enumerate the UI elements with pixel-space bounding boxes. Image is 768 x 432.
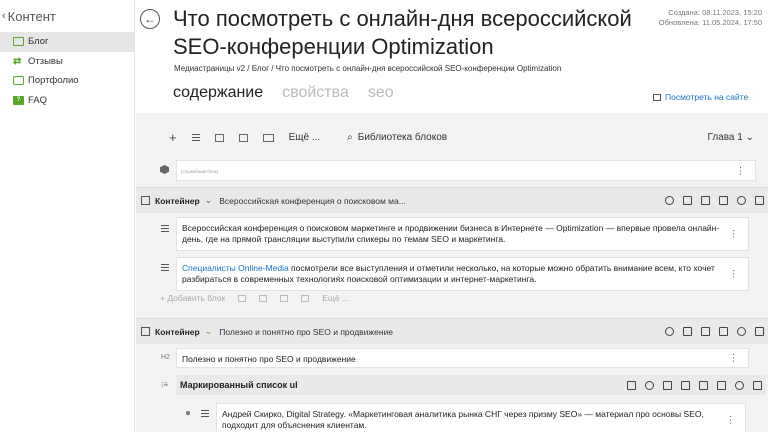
more-vertical-icon[interactable]: ⋮ xyxy=(729,229,738,239)
container-header[interactable]: Контейнер ⌄ Полезно и понятно про SEO и … xyxy=(136,319,768,344)
text-lines-icon xyxy=(201,410,209,417)
trash-icon[interactable] xyxy=(755,327,764,336)
arrow-left-icon: ← xyxy=(144,12,156,26)
gallery-block-button[interactable] xyxy=(262,133,274,142)
container-icon xyxy=(141,327,150,336)
move-icon[interactable] xyxy=(717,380,726,390)
tab-content[interactable]: содержание xyxy=(173,84,263,102)
external-page-icon xyxy=(653,93,661,101)
search-icon: ⌕ xyxy=(347,132,353,143)
text-lines-icon xyxy=(161,264,169,271)
block-library-button[interactable]: ⌕ Библиотека блоков xyxy=(347,132,447,143)
tabs: содержание свойства seo xyxy=(173,84,394,102)
copy-icon[interactable] xyxy=(681,380,690,390)
container-body: Всероссийская конференция о поисковом ма… xyxy=(136,213,768,320)
list-icon: ⁝≡ xyxy=(161,380,169,389)
sidebar-item-reviews[interactable]: ⇄ Отзывы xyxy=(0,52,134,72)
text-lines-icon[interactable] xyxy=(238,294,247,302)
tab-properties[interactable]: свойства xyxy=(282,84,349,102)
copy-icon[interactable] xyxy=(683,327,692,336)
sidebar: ‹ Контент Блог ⇄ Отзывы Портфолио ? FAQ xyxy=(0,0,135,432)
bullet-icon xyxy=(186,411,190,415)
move-icon[interactable] xyxy=(719,327,728,336)
service-block[interactable]: (служебный блок) ⋮ xyxy=(176,160,756,181)
sidebar-title[interactable]: ‹ Контент xyxy=(0,0,134,32)
trash-icon[interactable] xyxy=(753,380,762,390)
text-block[interactable]: Специалисты Online-Media посмотрели все … xyxy=(176,257,749,291)
list-block-header[interactable]: Маркированный список ul xyxy=(176,375,766,395)
settings-icon[interactable] xyxy=(645,380,654,390)
specialists-link[interactable]: Специалисты Online-Media xyxy=(182,263,289,273)
chapter-select[interactable]: Глава 1 ⌄ xyxy=(707,132,754,143)
heading-block[interactable]: Полезно и понятно про SEO и продвижение … xyxy=(176,348,749,368)
move-icon[interactable] xyxy=(719,196,728,205)
expand-icon[interactable] xyxy=(663,380,672,390)
settings-icon[interactable] xyxy=(665,327,674,336)
page-meta: Создана: 08.11.2023, 15:20 Обновлена: 11… xyxy=(659,8,762,28)
reviews-icon: ⇄ xyxy=(13,55,22,67)
add-button[interactable]: + xyxy=(169,130,177,145)
more-vertical-icon[interactable]: ⋮ xyxy=(726,415,735,425)
page-title: Что посмотреть с онлайн-дня всероссийско… xyxy=(173,6,632,59)
trash-icon[interactable] xyxy=(755,196,764,205)
more-vertical-icon[interactable]: ⋮ xyxy=(729,353,738,363)
updated-date: Обновлена: 11.05.2024, 17:50 xyxy=(658,18,762,27)
duplicate-icon[interactable] xyxy=(699,380,708,390)
chevron-left-icon: ‹ xyxy=(2,10,6,22)
settings-icon[interactable] xyxy=(665,196,674,205)
container-body: H2 Полезно и понятно про SEO и продвижен… xyxy=(136,344,768,432)
container-actions xyxy=(665,319,764,344)
container-icon xyxy=(238,133,248,142)
editor-toolbar: + Ещё ... ⌕ Библиотека блоков xyxy=(136,113,768,162)
text-lines-icon xyxy=(161,225,169,232)
heading-h2-icon: H2 xyxy=(161,354,170,361)
text-lines-icon xyxy=(191,134,200,141)
edit-icon[interactable] xyxy=(627,380,636,390)
duplicate-icon[interactable] xyxy=(701,196,710,205)
container-icon xyxy=(141,196,150,205)
blog-icon xyxy=(13,37,24,47)
created-date: Создана: 08.11.2023, 15:20 xyxy=(668,8,762,17)
text-block[interactable]: Всероссийская конференция о поисковом ма… xyxy=(176,217,749,251)
text-block-button[interactable] xyxy=(191,134,200,141)
copy-icon[interactable] xyxy=(683,196,692,205)
image-icon xyxy=(214,133,224,142)
image-block-button[interactable] xyxy=(214,133,224,142)
faq-icon: ? xyxy=(13,95,24,105)
gallery-icon[interactable] xyxy=(301,294,310,302)
sidebar-item-blog[interactable]: Блог xyxy=(0,32,134,52)
container-actions xyxy=(665,188,764,213)
container-icon[interactable] xyxy=(280,294,289,302)
portfolio-icon xyxy=(13,76,24,86)
more-blocks-button[interactable]: Ещё ... xyxy=(289,132,321,143)
view-on-site-link[interactable]: Посмотреть на сайте xyxy=(653,92,748,102)
gallery-icon xyxy=(262,133,274,142)
more-vertical-icon[interactable]: ⋮ xyxy=(736,166,745,175)
container-block-button[interactable] xyxy=(238,133,248,142)
breadcrumb: Медиастраницы v2 / Блог / Что посмотреть… xyxy=(174,64,562,73)
hide-icon[interactable] xyxy=(737,196,746,205)
chevron-down-icon: ⌄ xyxy=(745,132,754,143)
more-blocks-button[interactable]: Ещё ... xyxy=(322,293,349,303)
hide-icon[interactable] xyxy=(737,327,746,336)
cube-icon xyxy=(160,165,169,174)
duplicate-icon[interactable] xyxy=(701,327,710,336)
back-button[interactable]: ← xyxy=(140,9,160,29)
container-header[interactable]: Контейнер ⌄ Всероссийская конференция о … xyxy=(136,188,768,213)
add-block-button[interactable]: + Добавить блок xyxy=(160,293,225,303)
tab-seo[interactable]: seo xyxy=(368,84,394,102)
sidebar-item-faq[interactable]: ? FAQ xyxy=(0,91,134,111)
chevron-down-icon[interactable]: ⌄ xyxy=(205,326,213,337)
editor-panel: + Ещё ... ⌕ Библиотека блоков Глава 1 ⌄ … xyxy=(136,113,768,432)
sidebar-item-portfolio[interactable]: Портфолио xyxy=(0,71,134,91)
list-item[interactable]: Андрей Скирко, Digital Strategy. «Маркет… xyxy=(216,403,746,432)
more-vertical-icon[interactable]: ⋮ xyxy=(729,269,738,279)
hide-icon[interactable] xyxy=(735,380,744,390)
image-icon[interactable] xyxy=(259,294,268,302)
add-block-row: + Добавить блок Ещё ... xyxy=(160,293,349,303)
list-actions xyxy=(627,375,762,395)
container-block: Контейнер ⌄ Полезно и понятно про SEO и … xyxy=(136,318,768,432)
chevron-down-icon[interactable]: ⌄ xyxy=(205,195,213,206)
container-block: Контейнер ⌄ Всероссийская конференция о … xyxy=(136,187,768,320)
